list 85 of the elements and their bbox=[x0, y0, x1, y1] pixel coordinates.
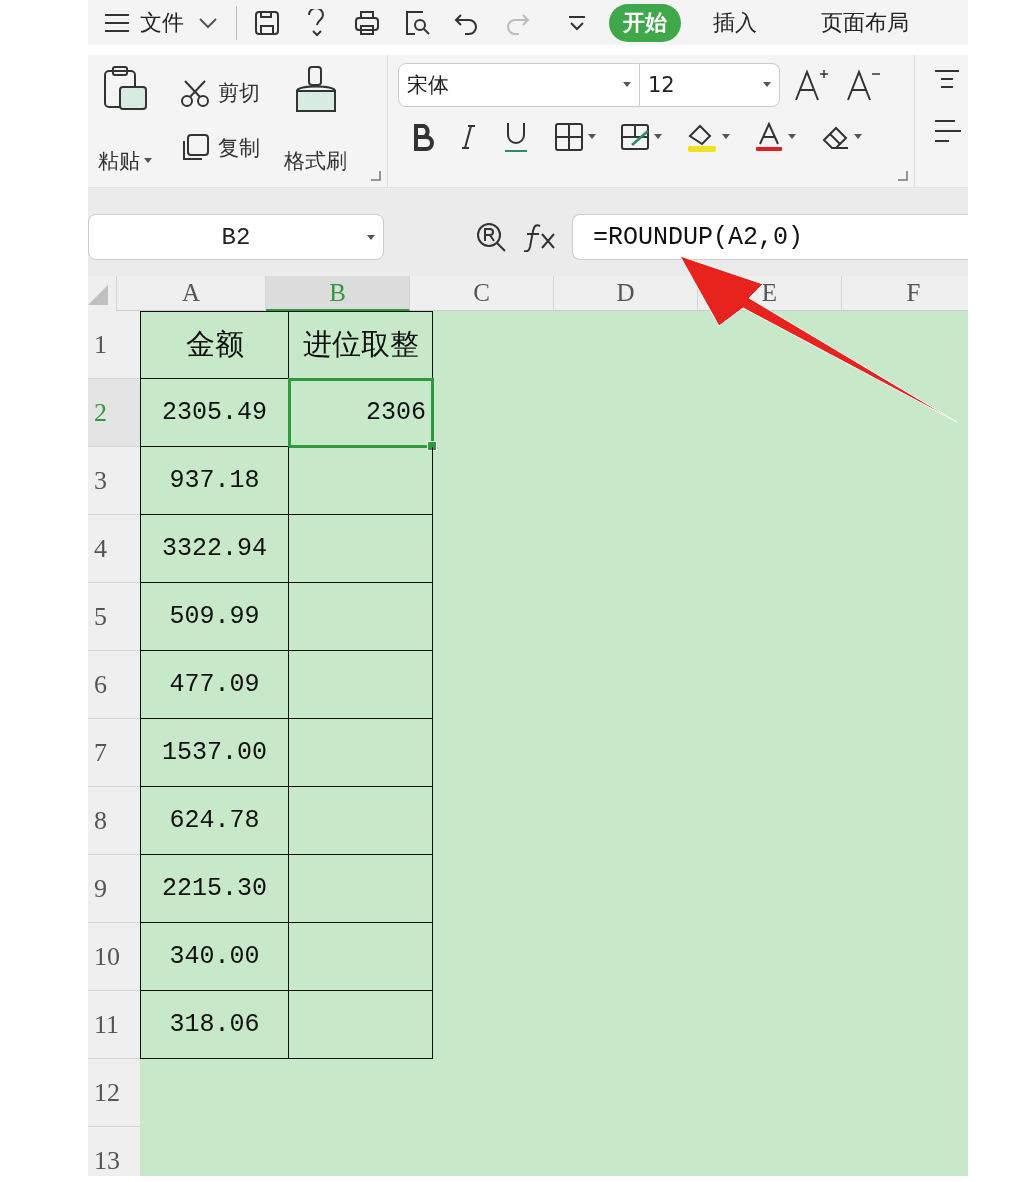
dialog-launcher-icon[interactable] bbox=[898, 171, 908, 181]
table-cell[interactable]: 624.78 bbox=[140, 787, 289, 855]
file-menu[interactable]: 文件 bbox=[140, 7, 184, 38]
font-size-dropdown[interactable]: 12 bbox=[640, 63, 780, 107]
caret-icon bbox=[763, 82, 771, 88]
row-header[interactable]: 4 bbox=[88, 515, 140, 583]
save-icon[interactable] bbox=[253, 8, 281, 37]
row-header[interactable]: 11 bbox=[88, 991, 140, 1059]
table-cell[interactable] bbox=[289, 923, 433, 991]
fill-handle[interactable] bbox=[427, 441, 437, 451]
table-cell[interactable]: 937.18 bbox=[140, 447, 289, 515]
conditional-format-button[interactable] bbox=[620, 122, 662, 152]
table-cell[interactable]: 进位取整 bbox=[289, 311, 433, 379]
table-cell[interactable] bbox=[289, 515, 433, 583]
table-cell[interactable] bbox=[289, 787, 433, 855]
column-header[interactable]: C bbox=[473, 279, 490, 307]
print-icon[interactable] bbox=[353, 8, 381, 37]
column-header[interactable]: F bbox=[906, 279, 921, 307]
print-preview-icon[interactable] bbox=[403, 8, 431, 37]
row-header[interactable]: 5 bbox=[88, 583, 140, 651]
paste-button[interactable]: 粘贴 bbox=[98, 65, 152, 175]
column-header[interactable]: E bbox=[761, 279, 778, 307]
conditional-format-icon bbox=[620, 122, 650, 152]
borders-icon bbox=[554, 122, 584, 152]
font-name-dropdown[interactable]: 宋体 bbox=[398, 63, 640, 107]
copy-button[interactable]: 复制 bbox=[180, 132, 260, 163]
row-header[interactable]: 13 bbox=[88, 1127, 140, 1176]
row-header[interactable]: 3 bbox=[88, 447, 140, 515]
table-cell[interactable]: 477.09 bbox=[140, 651, 289, 719]
table-cell[interactable]: 1537.00 bbox=[140, 719, 289, 787]
row-header[interactable]: 1 bbox=[88, 311, 140, 379]
table-cell[interactable]: 509.99 bbox=[140, 583, 289, 651]
format-painter-button[interactable]: 格式刷 bbox=[284, 65, 347, 175]
table-cell[interactable] bbox=[289, 583, 433, 651]
column-header[interactable]: D bbox=[616, 279, 635, 307]
font-color-icon bbox=[754, 122, 784, 152]
row-header[interactable]: 7 bbox=[88, 719, 140, 787]
table-cell[interactable]: 金额 bbox=[140, 311, 289, 379]
row-header[interactable]: 10 bbox=[88, 923, 140, 991]
cut-button[interactable]: 剪切 bbox=[180, 77, 260, 108]
caret-icon bbox=[588, 134, 596, 140]
fill-color-icon bbox=[686, 122, 718, 152]
caret-icon bbox=[144, 158, 152, 164]
caret-icon bbox=[623, 82, 631, 88]
copy-icon bbox=[180, 132, 210, 163]
name-box[interactable]: B2 bbox=[88, 214, 384, 260]
bold-icon[interactable] bbox=[412, 123, 434, 151]
increase-font-icon[interactable] bbox=[794, 68, 830, 102]
align-left-icon[interactable] bbox=[933, 119, 961, 143]
caret-icon bbox=[854, 134, 862, 140]
caret-icon bbox=[788, 134, 796, 140]
chevron-down-icon[interactable] bbox=[198, 16, 218, 29]
row-header[interactable]: 9 bbox=[88, 855, 140, 923]
row-header[interactable]: 12 bbox=[88, 1059, 140, 1127]
table-cell[interactable] bbox=[289, 991, 433, 1059]
borders-button[interactable] bbox=[554, 122, 596, 152]
table-cell[interactable]: 2305.49 bbox=[140, 379, 289, 447]
font-color-button[interactable] bbox=[754, 122, 796, 152]
caret-icon bbox=[367, 235, 375, 241]
formula-field[interactable]: =ROUNDUP(A2,0) bbox=[572, 214, 968, 260]
fill-color-button[interactable] bbox=[686, 122, 730, 152]
row-header[interactable]: 8 bbox=[88, 787, 140, 855]
align-top-icon[interactable] bbox=[933, 69, 961, 89]
table-cell[interactable] bbox=[289, 855, 433, 923]
clipboard-icon bbox=[102, 65, 148, 111]
table-cell[interactable] bbox=[289, 447, 433, 515]
function-icon[interactable] bbox=[524, 222, 558, 252]
underline-icon[interactable] bbox=[502, 121, 530, 153]
caret-icon bbox=[722, 134, 730, 140]
table-cell[interactable]: 340.00 bbox=[140, 923, 289, 991]
search-icon[interactable] bbox=[474, 220, 508, 254]
table-cell[interactable]: 2215.30 bbox=[140, 855, 289, 923]
column-header[interactable]: A bbox=[181, 279, 201, 307]
row-header[interactable]: 6 bbox=[88, 651, 140, 719]
dialog-launcher-icon[interactable] bbox=[371, 171, 381, 181]
menu-icon[interactable] bbox=[104, 12, 130, 33]
caret-icon bbox=[654, 134, 662, 140]
table-cell[interactable]: 3322.94 bbox=[140, 515, 289, 583]
ribbon-tab[interactable]: 插入 bbox=[699, 3, 771, 42]
table-cell[interactable] bbox=[289, 651, 433, 719]
decrease-font-icon[interactable] bbox=[846, 68, 882, 102]
table-cell[interactable]: 318.06 bbox=[140, 991, 289, 1059]
ribbon-tab[interactable]: 页面布局 bbox=[807, 3, 923, 42]
table-cell[interactable]: 2306 bbox=[289, 379, 433, 447]
table-cell[interactable] bbox=[289, 719, 433, 787]
